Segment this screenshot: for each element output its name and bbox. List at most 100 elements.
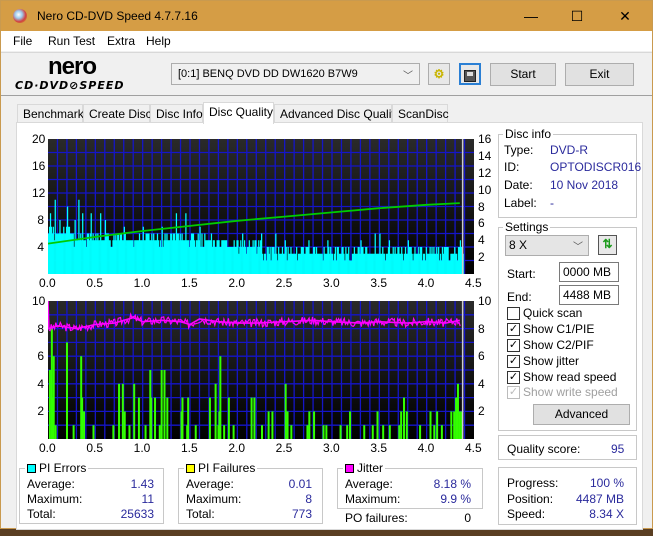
y-left-tick-label: 8 bbox=[37, 213, 44, 227]
show-write-speed-label: Show write speed bbox=[523, 385, 618, 399]
drive-select-value: [0:1] BENQ DVD DD DW1620 B7W9 bbox=[178, 68, 358, 80]
settings-title: Settings bbox=[503, 220, 551, 234]
drive-settings-button[interactable]: ⚙ bbox=[428, 63, 450, 85]
show-jitter-checkbox[interactable]: ✓ bbox=[507, 355, 520, 368]
minimize-button[interactable]: — bbox=[508, 1, 554, 31]
x-tick-label: 2.0 bbox=[228, 276, 246, 290]
quality-score-label: Quality score: bbox=[507, 442, 581, 456]
exit-button[interactable]: Exit bbox=[565, 63, 634, 86]
pi-failure-bar bbox=[405, 411, 408, 439]
speed-label: Speed: bbox=[507, 507, 546, 521]
pi-failures-total-label: Total: bbox=[186, 507, 215, 521]
start-input[interactable]: 0000 MB bbox=[559, 262, 619, 282]
close-button[interactable]: ✕ bbox=[602, 1, 648, 31]
quick-scan-label: Quick scan bbox=[523, 306, 583, 320]
pi-failure-bar bbox=[72, 425, 75, 439]
show-c2-pif-checkbox[interactable]: ✓ bbox=[507, 339, 520, 352]
quick-scan-checkbox[interactable] bbox=[507, 307, 520, 320]
jitter-maximum-label: Maximum: bbox=[345, 492, 401, 506]
pi-failure-bar bbox=[160, 370, 163, 439]
y-right-tick-label: 2 bbox=[478, 250, 485, 265]
tab-create-disc[interactable]: Create Disc bbox=[83, 104, 152, 123]
pi-errors-total: 25633 bbox=[120, 507, 154, 521]
jitter-maximum: 9.9 % bbox=[440, 492, 471, 506]
menu-file[interactable]: File bbox=[13, 34, 32, 48]
tab-scandisc[interactable]: ScanDisc bbox=[392, 104, 449, 123]
pi-failure-bar bbox=[346, 425, 349, 439]
cd-dvd-speed-logo: CD·DVD⊘SPEED bbox=[15, 79, 125, 92]
pi-failures-maximum: 8 bbox=[305, 492, 312, 506]
speed-value: 8.34 X bbox=[589, 507, 624, 521]
y-right-tick-label: 16 bbox=[478, 132, 492, 146]
pi-failure-bar bbox=[112, 425, 115, 439]
tab-disc-info[interactable]: Disc Info bbox=[150, 104, 203, 123]
pi-failure-bar bbox=[429, 411, 432, 439]
pi-errors-total-label: Total: bbox=[27, 507, 56, 521]
pi-errors-title: PI Errors bbox=[25, 461, 89, 475]
x-tick-label: 2.0 bbox=[228, 441, 246, 455]
pi-failure-bar bbox=[286, 411, 289, 439]
y-left-tick-label: 10 bbox=[32, 294, 46, 308]
menu-bar: File Run Test Extra Help bbox=[1, 31, 652, 51]
disc-date-value: 10 Nov 2018 bbox=[550, 178, 619, 192]
save-button[interactable] bbox=[459, 63, 481, 85]
pi-failure-bar bbox=[144, 425, 147, 439]
progress-label: Progress: bbox=[507, 476, 559, 490]
x-tick-label: 1.5 bbox=[181, 441, 198, 455]
pi-failure-bar bbox=[81, 397, 84, 439]
disc-label-label: Label: bbox=[504, 196, 537, 210]
pi-failure-bar bbox=[83, 411, 86, 439]
menu-run-test[interactable]: Run Test bbox=[48, 34, 95, 48]
pi-failure-bar bbox=[456, 383, 459, 439]
pi-failure-bar bbox=[284, 383, 287, 439]
pi-failure-bar bbox=[398, 425, 401, 439]
drive-select[interactable]: [0:1] BENQ DVD DD DW1620 B7W9 ﹀ bbox=[171, 63, 420, 85]
pi-failures-title: PI Failures bbox=[184, 461, 258, 475]
pi-failures-average-label: Average: bbox=[186, 477, 234, 491]
maximize-button[interactable]: ☐ bbox=[554, 1, 600, 31]
speed-select[interactable]: 8 X ﹀ bbox=[505, 235, 589, 256]
pi-failure-bar bbox=[208, 397, 211, 439]
menu-help[interactable]: Help bbox=[146, 34, 171, 48]
x-tick-label: 1.5 bbox=[181, 276, 198, 290]
refresh-speed-button[interactable]: ⇅ bbox=[598, 235, 617, 255]
po-failures-value: 0 bbox=[464, 511, 471, 525]
pi-failure-bar bbox=[433, 425, 436, 439]
pi-errors-average-label: Average: bbox=[27, 477, 75, 491]
pi-failure-bar bbox=[261, 425, 263, 439]
pi-failure-bar bbox=[349, 411, 352, 439]
menu-extra[interactable]: Extra bbox=[107, 34, 135, 48]
x-tick-label: 0.0 bbox=[39, 441, 56, 455]
x-tick-label: 0.5 bbox=[86, 441, 104, 455]
pi-failure-bar bbox=[382, 425, 385, 439]
tab-advanced-disc-quality[interactable]: Advanced Disc Quality bbox=[274, 104, 401, 123]
nero-app-icon bbox=[13, 9, 27, 23]
pi-failure-bar bbox=[194, 425, 197, 439]
pi-failure-bar bbox=[118, 383, 121, 439]
end-label: End: bbox=[507, 290, 532, 304]
show-c1-pie-checkbox[interactable]: ✓ bbox=[507, 323, 520, 336]
y-right-tick-label: 12 bbox=[478, 165, 492, 180]
advanced-button[interactable]: Advanced bbox=[533, 404, 630, 425]
start-button[interactable]: Start bbox=[490, 63, 556, 86]
y-left-tick-label: 4 bbox=[37, 376, 44, 391]
pi-failure-bar bbox=[455, 397, 458, 439]
show-write-speed-checkbox: ✓ bbox=[507, 386, 520, 399]
pi-failure-bar bbox=[440, 425, 443, 439]
pi-failure-bar bbox=[181, 397, 184, 439]
show-read-speed-checkbox[interactable]: ✓ bbox=[507, 371, 520, 384]
pi-failure-bar bbox=[163, 370, 166, 439]
pi-failure-bar bbox=[436, 411, 439, 439]
y-right-tick-label: 6 bbox=[478, 349, 485, 364]
window-title: Nero CD-DVD Speed 4.7.7.16 bbox=[37, 9, 198, 23]
title-bar: Nero CD-DVD Speed 4.7.7.16 — ☐ ✕ bbox=[1, 1, 652, 31]
show-read-speed-label: Show read speed bbox=[523, 370, 617, 384]
pi-failure-bar bbox=[271, 411, 274, 439]
jitter-average-label: Average: bbox=[345, 477, 393, 491]
tab-disc-quality[interactable]: Disc Quality bbox=[203, 102, 274, 124]
tab-benchmark[interactable]: Benchmark bbox=[17, 104, 84, 123]
pi-failure-bar bbox=[187, 397, 190, 439]
end-input[interactable]: 4488 MB bbox=[559, 285, 619, 305]
y-right-tick-label: 6 bbox=[478, 216, 485, 231]
x-tick-label: 3.0 bbox=[323, 276, 340, 290]
